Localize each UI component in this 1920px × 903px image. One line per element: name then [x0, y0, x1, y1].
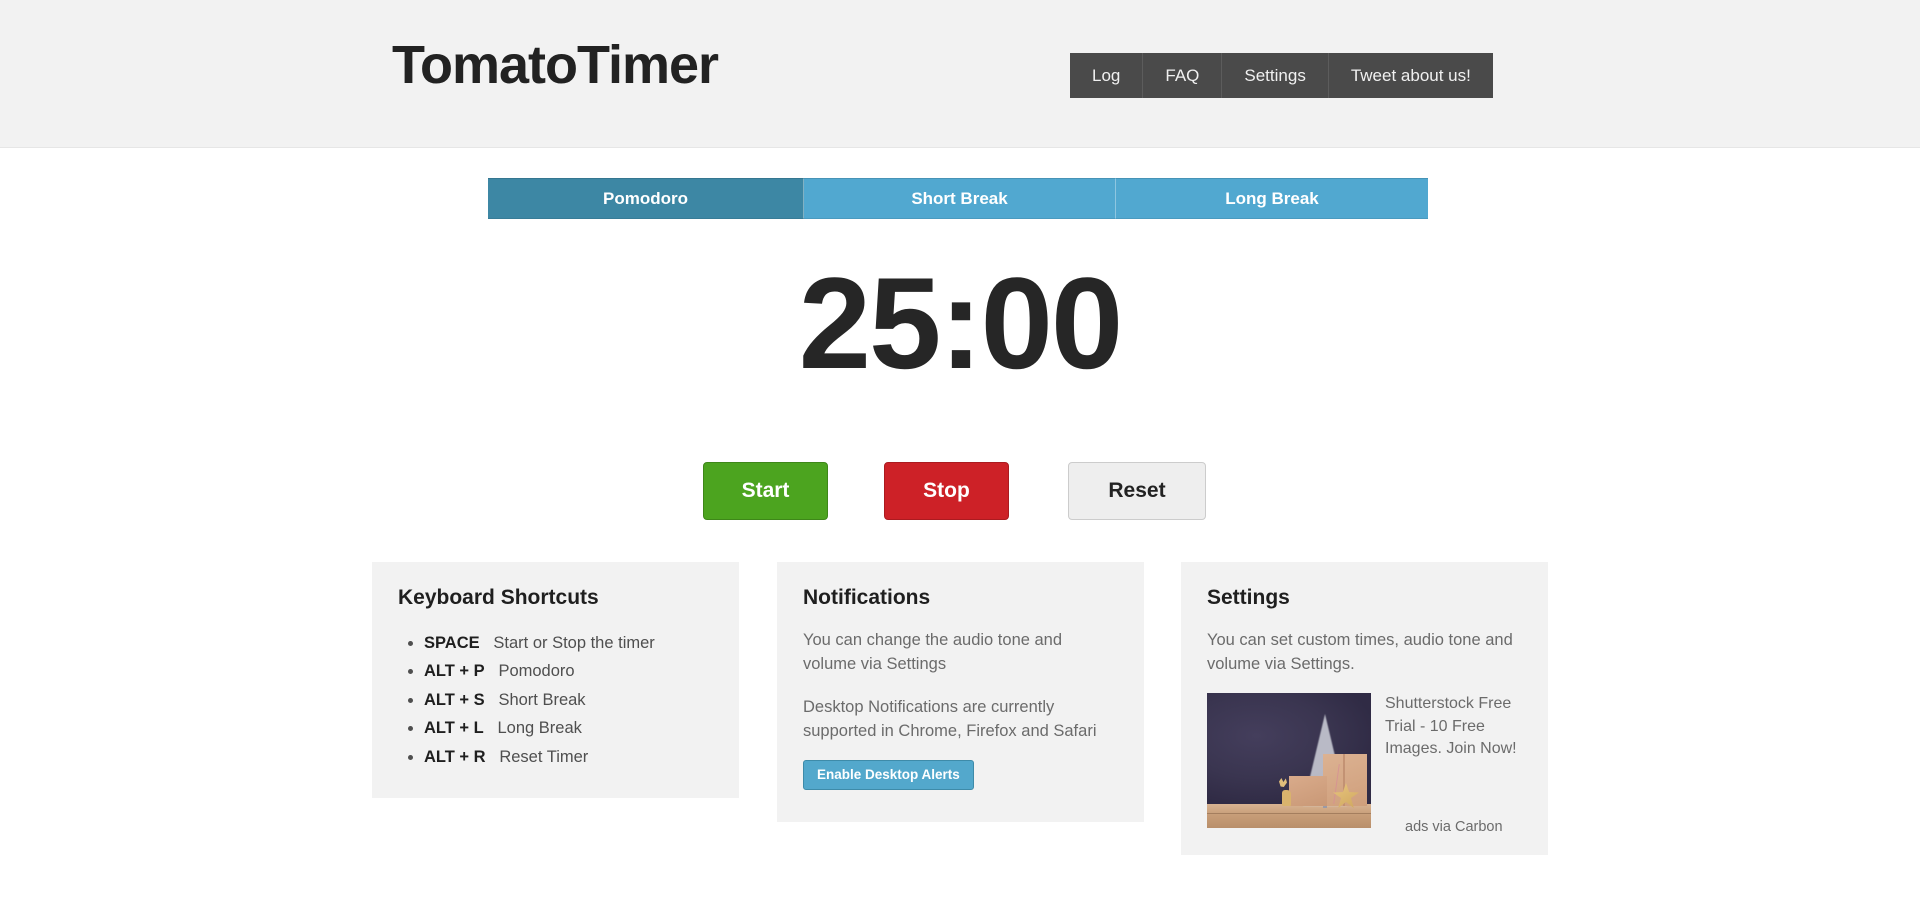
nav-log[interactable]: Log [1070, 53, 1144, 98]
shortcut-keys: ALT + L [424, 719, 484, 738]
shortcut-keys: SPACE [424, 634, 480, 653]
shortcut-keys: ALT + S [424, 690, 485, 709]
tab-long-break[interactable]: Long Break [1116, 178, 1428, 219]
mode-tabs: Pomodoro Short Break Long Break [488, 178, 1428, 219]
tab-pomodoro[interactable]: Pomodoro [488, 178, 804, 219]
shortcut-desc: Start or Stop the timer [493, 634, 655, 653]
shortcut-desc: Pomodoro [498, 662, 575, 681]
nav-faq[interactable]: FAQ [1143, 53, 1223, 98]
nav-tweet-about-us[interactable]: Tweet about us! [1328, 53, 1493, 98]
reindeer-icon [1279, 778, 1293, 806]
notifications-text-audio: You can change the audio tone and volume… [803, 631, 1063, 674]
carbon-ad-via[interactable]: ads via Carbon [1405, 819, 1503, 835]
reset-button[interactable]: Reset [1068, 462, 1206, 520]
carbon-ad-image[interactable] [1207, 692, 1371, 828]
brand-title: TomatoTimer [392, 35, 719, 95]
shortcut-keys: ALT + R [424, 747, 486, 766]
stop-button[interactable]: Stop [884, 462, 1009, 520]
settings-panel: Settings You can set custom times, audio… [1181, 562, 1548, 855]
nav-settings[interactable]: Settings [1222, 53, 1329, 98]
page-header: TomatoTimer Log FAQ Settings Tweet about… [0, 0, 1920, 148]
carbon-ad-copy: Shutterstock Free Trial - 10 Free Images… [1385, 693, 1522, 761]
panel-title-settings: Settings [1207, 586, 1290, 609]
notifications-text-support: Desktop Notifications are currently supp… [803, 697, 1097, 740]
list-item: ALT + S Short Break [424, 686, 713, 714]
list-item: SPACE Start or Stop the timer [424, 629, 713, 657]
list-item: ALT + P Pomodoro [424, 657, 713, 685]
timer-controls: Start Stop Reset [703, 462, 1223, 520]
shortcut-list: SPACE Start or Stop the timer ALT + P Po… [398, 629, 713, 771]
carbon-ad-text[interactable]: Shutterstock Free Trial - 10 Free Images… [1385, 695, 1517, 757]
enable-desktop-alerts-button[interactable]: Enable Desktop Alerts [803, 759, 974, 790]
shortcut-desc: Short Break [498, 690, 586, 709]
notifications-panel: Notifications You can change the audio t… [777, 562, 1144, 822]
timer-display: 25:00 [798, 250, 1124, 396]
shortcut-desc: Long Break [497, 719, 582, 738]
shortcut-keys: ALT + P [424, 662, 485, 681]
list-item: ALT + L Long Break [424, 714, 713, 742]
panel-title-notifications: Notifications [803, 586, 931, 609]
settings-text: You can set custom times, audio tone and… [1207, 631, 1513, 674]
ad-wooden-table [1207, 803, 1371, 828]
main-nav: Log FAQ Settings Tweet about us! [1070, 53, 1493, 98]
start-button[interactable]: Start [703, 462, 828, 520]
panel-title-shortcuts: Keyboard Shortcuts [398, 586, 599, 609]
shortcut-desc: Reset Timer [499, 747, 589, 766]
tab-short-break[interactable]: Short Break [804, 178, 1116, 219]
list-item: ALT + R Reset Timer [424, 743, 713, 771]
keyboard-shortcuts-panel: Keyboard Shortcuts SPACE Start or Stop t… [372, 562, 739, 798]
gift-box-low [1289, 775, 1327, 806]
carbon-ad: Shutterstock Free Trial - 10 Free Images… [1207, 692, 1522, 858]
